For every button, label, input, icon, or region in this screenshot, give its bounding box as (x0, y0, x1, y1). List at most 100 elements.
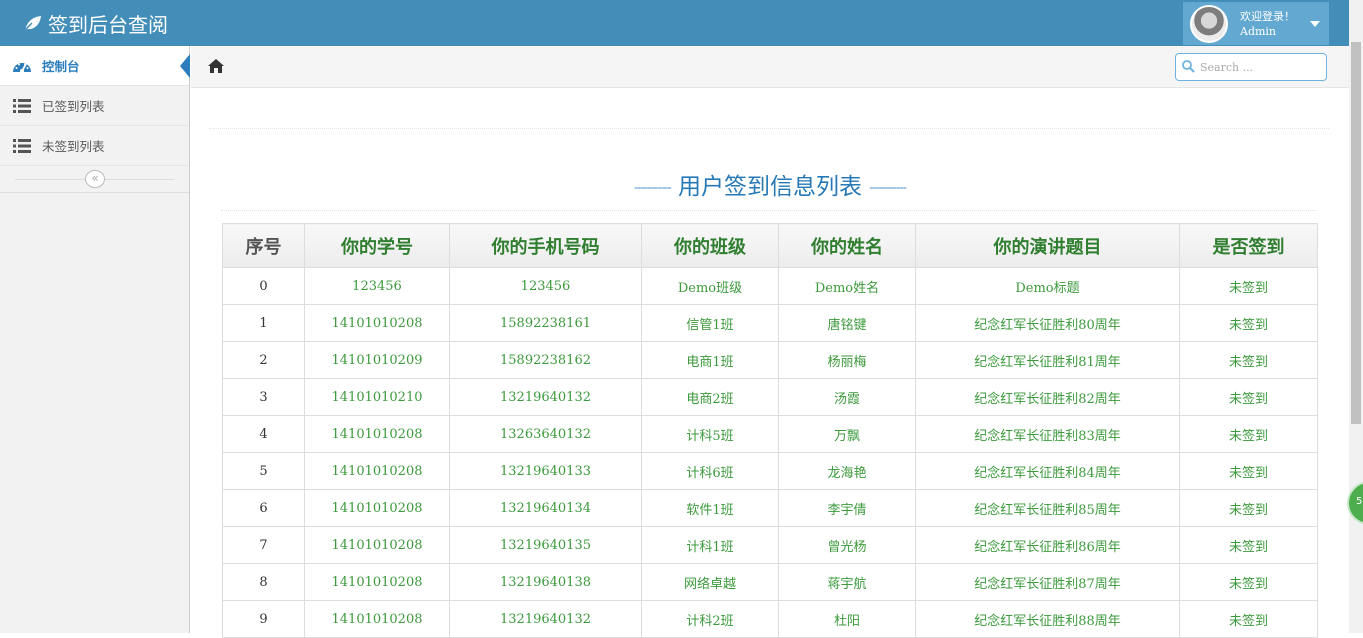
table-cell: Demo班级 (641, 267, 779, 305)
table-cell: 未签到 (1179, 341, 1318, 379)
table-cell: 5 (222, 452, 305, 490)
table-cell: 13219640133 (449, 452, 642, 490)
table-cell: 14101010208 (304, 415, 450, 453)
table-cell: 15892238162 (449, 341, 642, 379)
table-cell: 计科5班 (641, 415, 779, 453)
breadcrumb (191, 46, 1349, 88)
dashboard-icon (12, 59, 32, 73)
table-cell: 8 (222, 563, 305, 601)
table-cell: 杨丽梅 (778, 341, 916, 379)
table-row: 5 14101010208 13219640133 计科6班 龙海艳 纪念红军长征胜利84… (222, 452, 1318, 490)
scrollbar[interactable] (1349, 0, 1363, 633)
table-row: 7 14101010208 13219640135 计科1班 曾光杨 纪念红军长征胜利86… (222, 526, 1318, 564)
table-cell: 万飘 (778, 415, 916, 453)
table-cell: 未签到 (1179, 304, 1318, 342)
caret-down-icon (1310, 21, 1320, 27)
page-title-text: 用户签到信息列表 (678, 174, 862, 200)
table-cell: 14101010208 (304, 526, 450, 564)
list-icon (12, 138, 32, 153)
title-dash-left: ----------- (634, 180, 672, 195)
table-cell: 信管1班 (641, 304, 779, 342)
table-row: 8 14101010208 13219640138 网络卓越 蒋宇航 纪念红军长征胜利87… (222, 563, 1318, 601)
table-cell: 14101010208 (304, 600, 450, 638)
table-cell: 龙海艳 (778, 452, 916, 490)
table-cell: 软件1班 (641, 489, 779, 527)
table-cell: 纪念红军长征胜利80周年 (915, 304, 1180, 342)
search-icon (1182, 58, 1195, 77)
table-cell: 纪念红军长征胜利85周年 (915, 489, 1180, 527)
table-cell: 纪念红军长征胜利82周年 (915, 378, 1180, 416)
table-cell: 14101010208 (304, 452, 450, 490)
table-cell: 13263640132 (449, 415, 642, 453)
divider (209, 128, 1329, 129)
user-menu[interactable]: 欢迎登录！ Admin (1183, 2, 1329, 45)
table-cell: 计科2班 (641, 600, 779, 638)
avatar (1190, 4, 1228, 43)
table-cell: 李宇倩 (778, 489, 916, 527)
table-cell: 唐铭键 (778, 304, 916, 342)
table-cell: 纪念红军长征胜利84周年 (915, 452, 1180, 490)
brand[interactable]: 签到后台查阅 (22, 9, 168, 38)
table-body: 0 123456 123456 Demo班级 Demo姓名 Demo标题 未签到 1 14101… (222, 267, 1318, 638)
table-row: 9 14101010208 13219640132 计科2班 杜阳 纪念红军长征胜利88周… (222, 600, 1318, 638)
table-cell: 15892238161 (449, 304, 642, 342)
column-header: 你的演讲题目 (915, 223, 1180, 268)
table-cell: 13219640132 (449, 378, 642, 416)
table-cell: 14101010208 (304, 489, 450, 527)
table-cell: 未签到 (1179, 267, 1318, 305)
sidebar-item-signed-list[interactable]: 已签到列表 (0, 86, 189, 126)
table-cell: 未签到 (1179, 526, 1318, 564)
table-cell: 9 (222, 600, 305, 638)
table-cell: 14101010208 (304, 563, 450, 601)
search-input[interactable] (1200, 60, 1320, 74)
table-cell: Demo姓名 (778, 267, 916, 305)
scrollbar-thumb[interactable] (1351, 42, 1361, 424)
sidebar-item-unsigned-list[interactable]: 未签到列表 (0, 126, 189, 166)
column-header: 你的学号 (304, 223, 450, 268)
table-cell: 未签到 (1179, 415, 1318, 453)
table-cell: 电商2班 (641, 378, 779, 416)
table-cell: 123456 (304, 267, 450, 305)
sidebar-collapse-button[interactable]: « (85, 170, 105, 188)
table-header-row: 序号 你的学号 你的手机号码 你的班级 你的姓名 你的演讲题目 是否签到 (222, 223, 1318, 268)
table-cell: 6 (222, 489, 305, 527)
user-name: Admin (1240, 24, 1277, 38)
table-cell: 3 (222, 378, 305, 416)
column-header: 你的手机号码 (449, 223, 642, 268)
list-icon (12, 98, 32, 113)
table-cell: 0 (222, 267, 305, 305)
sidebar-item-label: 未签到列表 (42, 139, 105, 154)
home-icon[interactable] (207, 58, 225, 78)
table-cell: 计科6班 (641, 452, 779, 490)
sidebar-item-label: 控制台 (42, 59, 80, 74)
user-greeting: 欢迎登录！ (1240, 9, 1295, 23)
table-cell: 4 (222, 415, 305, 453)
table-cell: 网络卓越 (641, 563, 779, 601)
column-header: 你的姓名 (778, 223, 916, 268)
table-cell: 1 (222, 304, 305, 342)
table-cell: Demo标题 (915, 267, 1180, 305)
table-cell: 杜阳 (778, 600, 916, 638)
table-row: 1 14101010208 15892238161 信管1班 唐铭键 纪念红军长征胜利80… (222, 304, 1318, 342)
sidebar-item-label: 已签到列表 (42, 99, 105, 114)
sidebar-item-dashboard[interactable]: 控制台 (0, 46, 190, 86)
table-cell: 蒋宇航 (778, 563, 916, 601)
brand-title: 签到后台查阅 (48, 13, 168, 37)
table-cell: 14101010208 (304, 304, 450, 342)
table-cell: 7 (222, 526, 305, 564)
table-cell: 123456 (449, 267, 642, 305)
table-cell: 曾光杨 (778, 526, 916, 564)
table-cell: 纪念红军长征胜利87周年 (915, 563, 1180, 601)
table-cell: 13219640138 (449, 563, 642, 601)
table-cell: 计科1班 (641, 526, 779, 564)
column-header: 你的班级 (641, 223, 779, 268)
sidebar: 控制台 已签到列表 未签到列表 « (0, 46, 190, 633)
navbar: 签到后台查阅 欢迎登录！ Admin (0, 0, 1349, 46)
table-cell: 14101010209 (304, 341, 450, 379)
table-cell: 纪念红军长征胜利83周年 (915, 415, 1180, 453)
column-header: 序号 (222, 223, 305, 268)
signin-table: 序号 你的学号 你的手机号码 你的班级 你的姓名 你的演讲题目 是否签到 0 12… (222, 223, 1318, 638)
table-cell: 汤霞 (778, 378, 916, 416)
table-cell: 纪念红军长征胜利81周年 (915, 341, 1180, 379)
column-header: 是否签到 (1179, 223, 1318, 268)
